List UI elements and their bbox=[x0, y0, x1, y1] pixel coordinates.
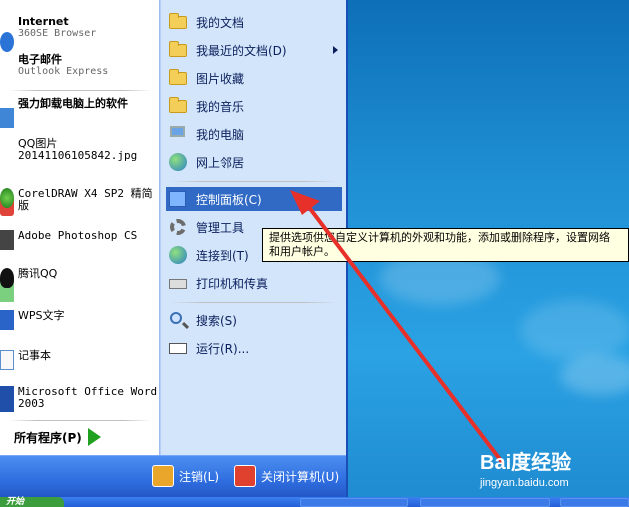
connect-globe-icon bbox=[169, 246, 187, 264]
right-item-control-panel[interactable]: 控制面板(C) bbox=[166, 187, 342, 211]
right-item-my-pictures[interactable]: 图片收藏 bbox=[166, 66, 342, 90]
left-item-uninstaller[interactable]: 强力卸载电脑上的软件 bbox=[0, 97, 160, 216]
left-item-email[interactable]: 电子邮件 Outlook Express bbox=[0, 53, 160, 128]
printer-icon bbox=[169, 279, 187, 289]
right-item-my-computer[interactable]: 我的电脑 bbox=[166, 122, 342, 146]
power-icon bbox=[234, 465, 256, 487]
right-item-recent-documents[interactable]: 我最近的文档(D) bbox=[166, 38, 342, 62]
left-item-notepad[interactable]: 记事本 bbox=[0, 349, 160, 370]
control-panel-tooltip: 提供选项供您自定义计算机的外观和功能，添加或删除程序，设置网络 和用户帐户。 bbox=[262, 228, 629, 262]
left-item-title: 强力卸载电脑上的软件 bbox=[18, 97, 128, 110]
right-item-label: 控制面板(C) bbox=[196, 192, 262, 207]
notepad-icon bbox=[0, 350, 14, 370]
left-item-subtitle: 360SE Browser bbox=[18, 28, 97, 39]
wps-writer-icon bbox=[0, 310, 14, 330]
separator bbox=[170, 302, 338, 303]
left-item-qq-image[interactable]: QQ图片 20141106105842.jpg bbox=[0, 138, 160, 302]
word-icon bbox=[0, 386, 14, 412]
watermark-url: jingyan.baidu.com bbox=[480, 477, 569, 489]
left-item-coreldraw[interactable]: CorelDRAW X4 SP2 精简版 bbox=[0, 188, 160, 212]
control-panel-icon bbox=[169, 191, 186, 207]
logoff-button[interactable]: 注销(L) bbox=[152, 465, 219, 487]
right-item-label: 运行(R)... bbox=[196, 341, 250, 356]
left-item-wps[interactable]: WPS文字 bbox=[0, 309, 160, 330]
separator bbox=[8, 90, 152, 91]
folder-icon bbox=[169, 13, 187, 29]
left-item-internet[interactable]: Internet 360SE Browser bbox=[0, 15, 160, 52]
all-programs-label: 所有程序(P) bbox=[14, 430, 82, 445]
key-icon bbox=[152, 465, 174, 487]
left-item-title: CorelDRAW X4 SP2 精简版 bbox=[18, 187, 153, 212]
right-item-printers-faxes[interactable]: 打印机和传真 bbox=[166, 271, 342, 295]
watermark-logo-text: Bai度经验 bbox=[480, 452, 572, 474]
left-item-title: Adobe Photoshop CS bbox=[18, 229, 138, 242]
right-item-label: 图片收藏 bbox=[196, 71, 245, 86]
pictures-folder-icon bbox=[169, 69, 187, 85]
logoff-label: 注销(L) bbox=[179, 469, 220, 484]
right-item-label: 连接到(T) bbox=[196, 248, 249, 263]
right-item-label: 我最近的文档(D) bbox=[196, 43, 287, 58]
right-item-label: 我的音乐 bbox=[196, 99, 245, 114]
start-menu-left-pane: Internet 360SE Browser 电子邮件 Outlook Expr… bbox=[0, 0, 160, 455]
internet-browser-icon bbox=[0, 32, 14, 52]
right-item-label: 网上邻居 bbox=[196, 155, 245, 170]
email-icon bbox=[0, 108, 14, 128]
coreldraw-icon bbox=[0, 188, 14, 208]
green-arrow-icon bbox=[87, 428, 101, 446]
all-programs-button[interactable]: 所有程序(P) bbox=[14, 428, 101, 446]
left-item-tencent-qq[interactable]: 腾讯QQ bbox=[0, 267, 160, 288]
left-item-title: 腾讯QQ bbox=[18, 267, 58, 280]
taskbar-window-button[interactable] bbox=[420, 498, 550, 507]
start-button[interactable]: 开始 bbox=[0, 497, 64, 507]
right-item-my-music[interactable]: 我的音乐 bbox=[166, 94, 342, 118]
left-item-photoshop[interactable]: Adobe Photoshop CS bbox=[0, 229, 160, 250]
desktop-cloud bbox=[560, 355, 629, 395]
desktop-cloud bbox=[520, 300, 629, 360]
taskbar-window-button[interactable] bbox=[300, 498, 408, 507]
shutdown-label: 关闭计算机(U) bbox=[261, 469, 340, 484]
left-item-subtitle: 20141106105842.jpg bbox=[18, 149, 138, 162]
left-item-subtitle: Outlook Express bbox=[18, 66, 109, 77]
right-item-my-documents[interactable]: 我的文档 bbox=[166, 10, 342, 34]
computer-icon bbox=[170, 126, 185, 137]
separator bbox=[8, 420, 152, 421]
right-item-search[interactable]: 搜索(S) bbox=[166, 308, 342, 332]
taskbar-window-button[interactable] bbox=[560, 498, 629, 507]
right-item-label: 搜索(S) bbox=[196, 313, 237, 328]
start-button-label: 开始 bbox=[6, 497, 25, 507]
left-item-title: 记事本 bbox=[18, 349, 51, 362]
separator bbox=[170, 181, 338, 182]
right-item-run[interactable]: 运行(R)... bbox=[166, 336, 342, 360]
right-item-network-places[interactable]: 网上邻居 bbox=[166, 150, 342, 174]
photoshop-icon bbox=[0, 230, 14, 250]
left-item-title: Internet bbox=[18, 15, 69, 28]
run-icon bbox=[169, 343, 187, 354]
submenu-arrow-icon bbox=[333, 46, 338, 54]
baidu-watermark: Bai度经验 jingyan.baidu.com bbox=[480, 446, 571, 489]
network-globe-icon bbox=[169, 153, 187, 171]
left-item-title: 电子邮件 bbox=[18, 53, 62, 66]
left-item-word[interactable]: Microsoft Office Word 2003 bbox=[0, 386, 160, 412]
tooltip-line-2: 和用户帐户。 bbox=[269, 245, 335, 258]
qq-penguin-icon bbox=[0, 268, 14, 288]
shutdown-button[interactable]: 关闭计算机(U) bbox=[234, 465, 339, 487]
right-item-label: 管理工具 bbox=[196, 220, 245, 235]
search-icon bbox=[170, 312, 182, 324]
right-item-label: 打印机和传真 bbox=[196, 276, 269, 291]
left-item-subtitle: 2003 bbox=[18, 397, 45, 410]
start-menu-bottom-bar: 注销(L) 关闭计算机(U) bbox=[0, 455, 346, 497]
admin-tools-icon bbox=[170, 219, 186, 235]
right-item-label: 我的文档 bbox=[196, 15, 245, 30]
right-item-label: 我的电脑 bbox=[196, 127, 245, 142]
left-item-title: WPS文字 bbox=[18, 309, 65, 322]
music-folder-icon bbox=[169, 97, 187, 113]
tooltip-line-1: 提供选项供您自定义计算机的外观和功能，添加或删除程序，设置网络 bbox=[269, 231, 610, 244]
folder-icon bbox=[169, 41, 187, 57]
